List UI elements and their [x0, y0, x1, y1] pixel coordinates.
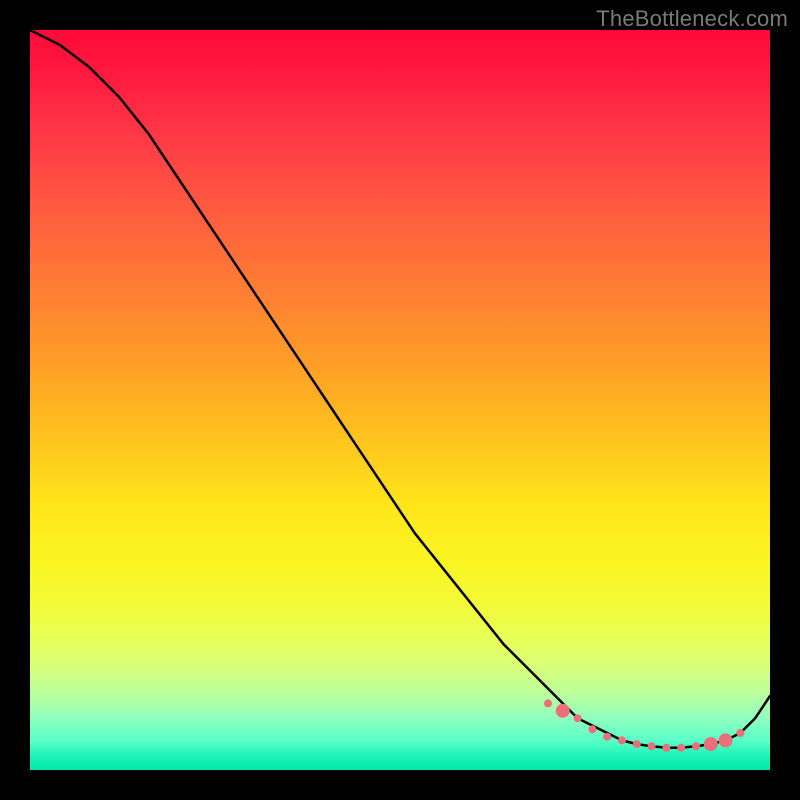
marker-dot	[662, 744, 670, 752]
marker-dot	[719, 733, 733, 747]
marker-dot	[704, 737, 718, 751]
marker-dot	[556, 704, 570, 718]
marker-dot	[677, 744, 685, 752]
marker-dot	[633, 740, 641, 748]
chart-svg	[30, 30, 770, 770]
marker-dot	[648, 742, 656, 750]
marker-dot	[603, 733, 611, 741]
chart-frame: TheBottleneck.com	[0, 0, 800, 800]
watermark-text: TheBottleneck.com	[596, 6, 788, 32]
curve-line	[30, 30, 770, 748]
marker-dot	[574, 714, 582, 722]
marker-dot	[692, 742, 700, 750]
marker-dot	[588, 725, 596, 733]
plot-area	[30, 30, 770, 770]
marker-dot	[544, 699, 552, 707]
marker-dot	[618, 736, 626, 744]
marker-dot	[736, 729, 744, 737]
